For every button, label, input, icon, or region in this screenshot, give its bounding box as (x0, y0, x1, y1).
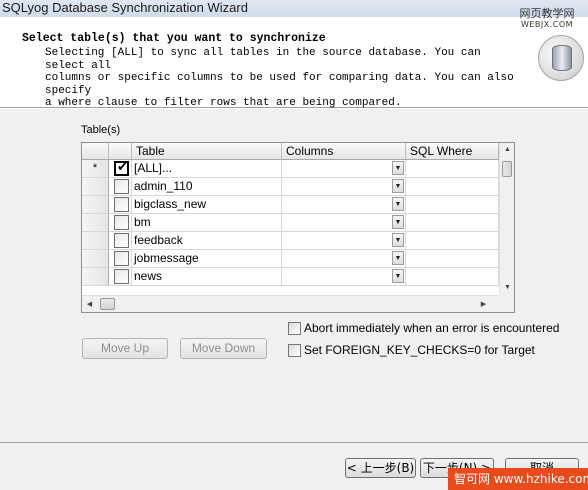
row-header[interactable] (82, 250, 109, 268)
columns-combo[interactable]: ▼ (282, 232, 406, 250)
table-row[interactable]: admin_110 ▼ (82, 178, 499, 196)
chevron-down-icon[interactable]: ▼ (392, 161, 404, 175)
row-header[interactable] (82, 178, 109, 196)
fk-checks-label[interactable]: Set FOREIGN_KEY_CHECKS=0 for Target (304, 343, 535, 357)
columns-combo[interactable]: ▼ (282, 250, 406, 268)
check-cell (109, 268, 132, 286)
vertical-scrollbar[interactable]: ▲ ▼ (499, 143, 514, 295)
check-cell (109, 250, 132, 268)
watermark-line: WEBJX.COM (520, 20, 574, 29)
column-header-sql-where[interactable]: SQL Where (406, 143, 499, 160)
move-up-button[interactable]: Move Up (82, 338, 168, 359)
sql-where-cell[interactable] (406, 178, 499, 196)
scroll-right-icon[interactable]: ▶ (476, 296, 491, 312)
abort-on-error-label[interactable]: Abort immediately when an error is encou… (304, 321, 559, 335)
table-select-checkbox[interactable] (114, 160, 129, 176)
grid-header: Table Columns SQL Where (82, 143, 499, 160)
database-sync-icon (538, 35, 584, 81)
table-row[interactable]: bigclass_new ▼ (82, 196, 499, 214)
table-name-cell[interactable]: news (132, 268, 282, 286)
window-title: SQLyog Database Synchronization Wizard (0, 0, 588, 17)
check-cell (109, 232, 132, 250)
column-header-table[interactable]: Table (132, 143, 282, 160)
back-button[interactable]: < 上一步(B) (345, 458, 416, 478)
table-name-cell[interactable]: admin_110 (132, 178, 282, 196)
table-select-checkbox[interactable] (114, 233, 129, 248)
table-select-checkbox[interactable] (114, 269, 129, 284)
sql-where-cell[interactable] (406, 160, 499, 178)
description-line: columns or specific columns to be used f… (45, 72, 514, 97)
row-header[interactable] (82, 232, 109, 250)
tables-label: Table(s) (81, 124, 121, 136)
scrollbar-corner (499, 295, 514, 312)
horizontal-scrollbar[interactable]: ◀ ▶ (82, 295, 499, 312)
row-header-corner (82, 143, 109, 160)
abort-on-error-checkbox[interactable] (288, 322, 301, 335)
check-cell (109, 196, 132, 214)
table-row[interactable]: news ▼ (82, 268, 499, 286)
table-name-cell[interactable]: feedback (132, 232, 282, 250)
scroll-up-icon[interactable]: ▲ (500, 143, 514, 157)
table-row[interactable]: bm ▼ (82, 214, 499, 232)
table-select-checkbox[interactable] (114, 197, 129, 212)
row-header[interactable] (82, 214, 109, 232)
chevron-down-icon[interactable]: ▼ (392, 233, 404, 247)
columns-combo[interactable]: ▼ (282, 196, 406, 214)
wizard-header: Select table(s) that you want to synchro… (0, 17, 588, 110)
tables-grid[interactable]: Table Columns SQL Where *[ALL]...▼admin_… (81, 142, 515, 313)
table-row[interactable]: * [ALL]... ▼ (82, 160, 499, 178)
scroll-left-icon[interactable]: ◀ (82, 296, 97, 312)
sql-where-cell[interactable] (406, 250, 499, 268)
scroll-thumb[interactable] (502, 161, 512, 177)
description-line: Selecting [ALL] to sync all tables in th… (45, 47, 481, 72)
table-select-checkbox[interactable] (114, 179, 129, 194)
chevron-down-icon[interactable]: ▼ (392, 215, 404, 229)
row-header[interactable]: * (82, 160, 109, 178)
row-header[interactable] (82, 196, 109, 214)
watermark-logo: 网页教学网 WEBJX.COM (506, 8, 588, 36)
scroll-thumb[interactable] (100, 298, 115, 310)
footer-divider (0, 442, 588, 443)
check-cell (109, 178, 132, 196)
table-row[interactable]: jobmessage ▼ (82, 250, 499, 268)
row-header[interactable] (82, 268, 109, 286)
table-row[interactable]: feedback ▼ (82, 232, 499, 250)
table-name-cell[interactable]: jobmessage (132, 250, 282, 268)
chevron-down-icon[interactable]: ▼ (392, 251, 404, 265)
check-column-header[interactable] (109, 143, 132, 160)
move-down-button[interactable]: Move Down (180, 338, 267, 359)
fk-checks-checkbox[interactable] (288, 344, 301, 357)
column-header-columns[interactable]: Columns (282, 143, 406, 160)
check-cell (109, 214, 132, 232)
watermark-line: 网页教学网 (519, 7, 575, 20)
table-name-cell[interactable]: [ALL]... (132, 160, 282, 178)
table-select-checkbox[interactable] (114, 215, 129, 230)
chevron-down-icon[interactable]: ▼ (392, 179, 404, 193)
page-description: Selecting [ALL] to sync all tables in th… (45, 47, 525, 110)
sql-where-cell[interactable] (406, 232, 499, 250)
watermark-banner: 智可网 www.hzhike.com (448, 468, 588, 490)
columns-combo[interactable]: ▼ (282, 268, 406, 286)
columns-combo[interactable]: ▼ (282, 214, 406, 232)
sql-where-cell[interactable] (406, 196, 499, 214)
table-select-checkbox[interactable] (114, 251, 129, 266)
header-divider (0, 108, 588, 109)
chevron-down-icon[interactable]: ▼ (392, 197, 404, 211)
sql-where-cell[interactable] (406, 214, 499, 232)
chevron-down-icon[interactable]: ▼ (392, 269, 404, 283)
sql-where-cell[interactable] (406, 268, 499, 286)
scroll-down-icon[interactable]: ▼ (500, 281, 514, 295)
columns-combo[interactable]: ▼ (282, 178, 406, 196)
columns-combo[interactable]: ▼ (282, 160, 406, 178)
check-cell (109, 160, 132, 178)
table-name-cell[interactable]: bigclass_new (132, 196, 282, 214)
table-name-cell[interactable]: bm (132, 214, 282, 232)
page-heading: Select table(s) that you want to synchro… (22, 32, 326, 45)
